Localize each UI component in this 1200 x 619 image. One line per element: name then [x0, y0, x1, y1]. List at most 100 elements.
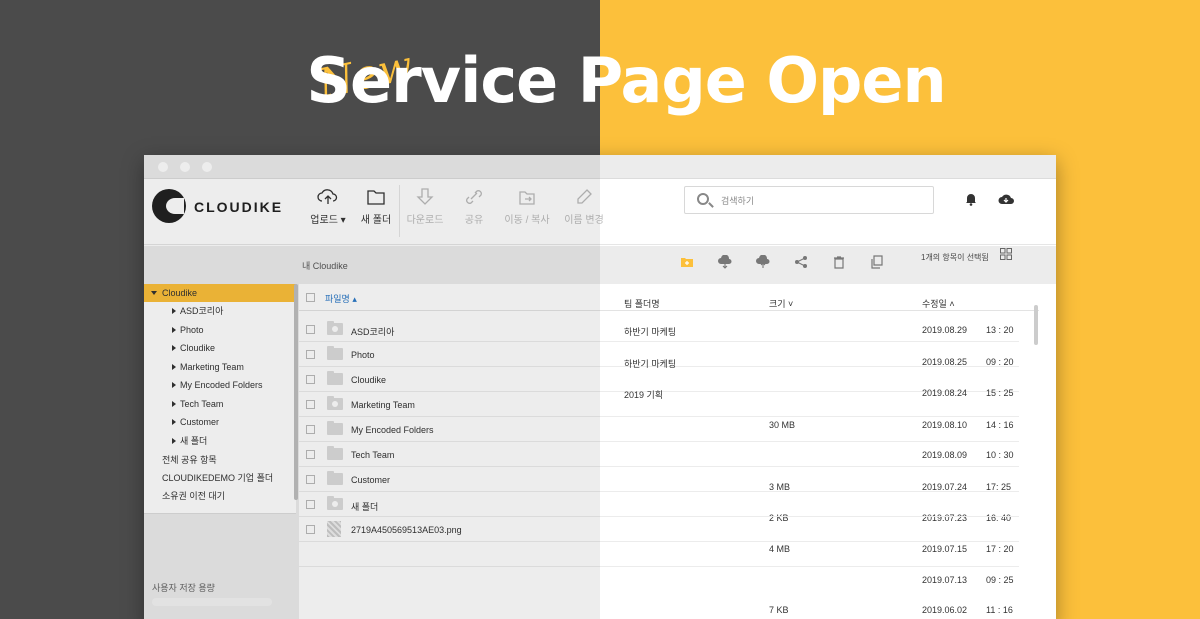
shared-folder-icon [327, 496, 343, 510]
folder-tree: Cloudike ASD코리아 Photo Cloudike Marketing… [144, 284, 296, 514]
tree-item-label: Cloudike [162, 288, 198, 298]
bell-icon[interactable] [964, 192, 978, 206]
tree-item-label: 전체 공유 항목 [162, 455, 217, 465]
search-input[interactable]: 검색하기 [684, 186, 934, 214]
new-folder-button[interactable]: 새 폴더 [348, 187, 404, 235]
table-row[interactable]: 새 폴더 [299, 492, 1019, 517]
storage-bar [152, 598, 272, 606]
table-row[interactable]: My Encoded Folders [299, 417, 1019, 442]
copy-icon[interactable] [870, 255, 884, 269]
table-row[interactable]: Customer [299, 467, 1019, 492]
list-header: 파일명 ▴ 팀 폴더명 크기 ˅ 수정일 ˄ [299, 284, 1039, 311]
row-size: 7 KB [769, 605, 789, 615]
row-time: 09 : 25 [986, 575, 1014, 585]
window-dot-maximize[interactable] [202, 162, 212, 172]
tree-item-all-shared[interactable]: 전체 공유 항목 [144, 451, 296, 469]
caret-right-icon [172, 401, 176, 407]
tree-item-cloudike[interactable]: Cloudike [144, 339, 296, 357]
tree-item-label: My Encoded Folders [180, 380, 263, 390]
selection-count: 1개의 항목이 선택됨 [921, 253, 989, 262]
tree-item-cloudike-root[interactable]: Cloudike [144, 284, 296, 302]
table-row[interactable]: Tech Team [299, 442, 1019, 467]
row-checkbox[interactable] [306, 500, 315, 509]
download-button[interactable]: 다운로드 [397, 187, 453, 235]
row-checkbox[interactable] [306, 450, 315, 459]
trash-icon[interactable] [832, 255, 846, 269]
caret-right-icon [172, 419, 176, 425]
caret-right-icon [172, 308, 176, 314]
row-name: Customer [351, 475, 391, 485]
folder-icon [327, 471, 343, 485]
share-button[interactable]: 공유 [446, 187, 502, 235]
tree-item-tech[interactable]: Tech Team [144, 395, 296, 413]
caret-right-icon [172, 364, 176, 370]
tree-item-label: ASD코리아 [180, 306, 224, 316]
shared-folder-icon [327, 396, 343, 410]
tree-item-label: Tech Team [180, 399, 224, 409]
storage-label: 사용자 저장 용량 [152, 583, 215, 593]
cloud-upload-icon[interactable] [718, 255, 732, 269]
row-meta: 2019.07.13 09 : 25 [299, 567, 1019, 592]
file-list: 파일명 ▴ 팀 폴더명 크기 ˅ 수정일 ˄ ASD코리아 하반기 마케팅 2019… [299, 284, 1039, 619]
window-titlebar [144, 155, 1056, 179]
folder-icon [367, 190, 385, 205]
tree-item-ownership[interactable]: 소유권 이전 대기 [144, 487, 296, 505]
column-modified[interactable]: 수정일 ˄ [922, 297, 955, 310]
tree-item-label: Customer [180, 417, 220, 427]
share-label: 공유 [464, 215, 484, 226]
row-time: 09 : 20 [986, 357, 1014, 367]
row-time: 11 : 16 [986, 605, 1013, 615]
tree-item-asd[interactable]: ASD코리아 [144, 302, 296, 320]
tree-item-label: Cloudike [180, 343, 216, 353]
row-date: 2019.08.25 [922, 357, 968, 367]
column-team[interactable]: 팀 폴더명 [624, 297, 660, 310]
move-copy-button[interactable]: 이동 / 복사 [499, 187, 555, 235]
tree-item-label: CLOUDIKEDEMO 기업 폴더 [162, 473, 274, 483]
download-label: 다운로드 [406, 215, 444, 226]
new-folder-icon[interactable] [680, 255, 694, 269]
action-bar [674, 247, 1056, 283]
column-size[interactable]: 크기 ˅ [769, 297, 793, 310]
folder-icon [327, 421, 343, 435]
table-row[interactable] [299, 542, 1019, 567]
list-scrollbar[interactable] [1034, 305, 1038, 345]
caret-down-icon [151, 291, 157, 295]
tree-item-label: Marketing Team [180, 362, 244, 372]
row-name: 새 폴더 [351, 502, 379, 512]
window-dot-minimize[interactable] [180, 162, 190, 172]
cloud-icon[interactable] [998, 192, 1014, 206]
move-icon [519, 191, 535, 205]
row-checkbox[interactable] [306, 425, 315, 434]
caret-right-icon [172, 438, 176, 444]
tree-item-photo[interactable]: Photo [144, 321, 296, 339]
tree-item-encoded[interactable]: My Encoded Folders [144, 376, 296, 394]
image-file-icon [327, 521, 341, 537]
tree-item-enterprise[interactable]: CLOUDIKEDEMO 기업 폴더 [144, 469, 296, 487]
tree-item-label: Photo [180, 325, 204, 335]
search-placeholder: 검색하기 [721, 196, 755, 206]
row-date: 2019.06.02 [922, 605, 968, 615]
select-all-checkbox[interactable] [306, 293, 315, 302]
grid-icon[interactable] [1000, 248, 1012, 260]
row-checkbox[interactable] [306, 400, 315, 409]
top-toolbar: CLOUDIKE 업로드 ▾ 새 폴더 다운로드 공유 이동 / 복사 이름 변… [144, 179, 1056, 245]
cloud-download-icon[interactable] [756, 255, 770, 269]
row-name: Tech Team [351, 450, 395, 460]
cloudike-logo-icon[interactable] [152, 189, 186, 223]
tree-item-new-folder[interactable]: 새 폴더 [144, 432, 296, 450]
column-name[interactable]: 파일명 ▴ [325, 292, 357, 305]
breadcrumb[interactable]: 내 Cloudike [302, 259, 348, 272]
row-checkbox[interactable] [306, 475, 315, 484]
tree-item-marketing[interactable]: Marketing Team [144, 358, 296, 376]
tree-item-label: 새 폴더 [180, 436, 208, 446]
sidebar-scrollbar[interactable] [294, 284, 298, 500]
link-icon [466, 190, 482, 204]
share-icon[interactable] [794, 255, 808, 269]
folder-icon [327, 446, 343, 460]
rename-label: 이름 변경 [564, 215, 604, 226]
tree-item-customer[interactable]: Customer [144, 413, 296, 431]
table-row[interactable]: 2719A450569513AE03.png [299, 517, 1019, 542]
row-checkbox[interactable] [306, 525, 315, 534]
rename-button[interactable]: 이름 변경 [556, 187, 612, 235]
window-dot-close[interactable] [158, 162, 168, 172]
